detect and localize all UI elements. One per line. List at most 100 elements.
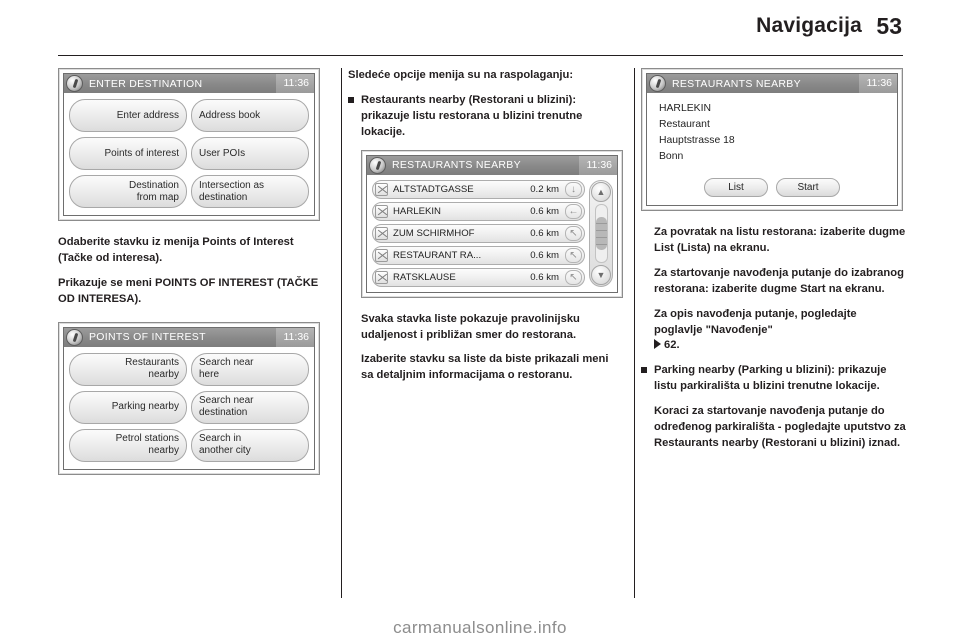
bullet-text: Restaurants nearby (Restorani u blizini)… <box>361 93 583 138</box>
scrollbar-track[interactable] <box>594 203 608 263</box>
col3-paragraph-4: Koraci za startovanje navođenja putanje … <box>654 405 906 449</box>
display-screen: POINTS OF INTEREST 11:36 Restaurants near… <box>63 326 315 470</box>
button-line: another city <box>199 445 251 457</box>
info-badge-icon <box>66 75 83 92</box>
list-item-name: RESTAURANT RA... <box>393 249 482 261</box>
button-start[interactable]: Start <box>776 178 840 197</box>
col3-paragraph-3: Za opis navođenja putanje, pogledajte po… <box>654 307 907 355</box>
column-1: ENTER DESTINATION 11:36 Enter address Ad… <box>58 68 324 598</box>
restaurant-icon <box>375 182 388 196</box>
list-item-distance: 0.6 km <box>530 271 559 283</box>
list-item-distance: 0.2 km <box>530 183 559 195</box>
col2-paragraph-2: Izaberite stavku sa liste da biste prika… <box>361 353 609 382</box>
footer-site: carmanualsonline.info <box>393 618 567 637</box>
screen-titlebar: ENTER DESTINATION 11:36 <box>64 74 314 93</box>
page-header: Navigacija 53 <box>0 0 960 58</box>
page-number: 53 <box>876 13 902 39</box>
col2-paragraph-1: Svaka stavka liste pokazuje pravolinijsk… <box>361 312 580 341</box>
restaurant-list: ALTSTADTGASSE 0.2 km ↓ HARLEKIN 0.6 km ← <box>372 179 585 287</box>
bullet-text: Parking nearby (Parking u blizini): prik… <box>654 364 887 393</box>
list-item-distance: 0.6 km <box>530 227 559 239</box>
detail-street: Hauptstrasse 18 <box>659 135 735 147</box>
display-screen: RESTAURANTS NEARBY 11:36 HARLEKIN Restau… <box>646 73 898 206</box>
restaurant-icon <box>375 270 388 284</box>
button-row: Points of interest User POIs <box>69 137 309 170</box>
list-scrollbar[interactable]: ▲ ▼ <box>589 179 613 287</box>
button-line: Restaurants <box>125 357 179 369</box>
info-badge-icon <box>649 75 666 92</box>
button-line: here <box>199 369 220 381</box>
screen-titlebar: POINTS OF INTEREST 11:36 <box>64 327 314 347</box>
button-destination-from-map[interactable]: Destination from map <box>69 175 187 208</box>
button-row: Restaurants nearby Search near here <box>69 352 309 386</box>
content-columns: ENTER DESTINATION 11:36 Enter address Ad… <box>58 68 906 598</box>
button-search-near-here[interactable]: Search near here <box>191 352 309 386</box>
col2-intro: Sledeće opcije menija su na raspolaganju… <box>348 69 574 81</box>
screen-title: RESTAURANTS NEARBY <box>672 77 801 90</box>
list-item-name: RATSKLAUSE <box>393 271 456 283</box>
screen-clock: 11:36 <box>275 327 314 347</box>
button-address-book[interactable]: Address book <box>191 99 309 132</box>
col3-paragraph-3-ref: 62. <box>664 339 680 352</box>
column-divider-2 <box>634 68 635 598</box>
figure-restaurant-detail: RESTAURANTS NEARBY 11:36 HARLEKIN Restau… <box>641 68 903 211</box>
column-divider-1 <box>341 68 342 598</box>
list-item-name: ZUM SCHIRMHOF <box>393 227 475 239</box>
button-row: Destination from map Intersection as desti… <box>69 175 309 208</box>
display-screen: ENTER DESTINATION 11:36 Enter address Ad… <box>63 73 315 216</box>
button-line: nearby <box>148 369 179 381</box>
header-divider <box>58 55 903 56</box>
screen-body: Enter address Address book Points of int… <box>64 93 314 215</box>
list-item-name: HARLEKIN <box>393 205 441 217</box>
col1-paragraph-2: Prikazuje se meni POINTS OF INTEREST (TA… <box>58 276 319 305</box>
button-line: Intersection as <box>199 179 265 191</box>
detail-name: HARLEKIN <box>659 103 711 114</box>
button-enter-address[interactable]: Enter address <box>69 99 187 132</box>
screen-body: HARLEKIN Restaurant Hauptstrasse 18 Bonn… <box>647 93 897 205</box>
page-title: Navigacija <box>756 14 862 37</box>
button-line: Petrol stations <box>115 433 179 445</box>
direction-arrow-icon: ↖ <box>565 247 582 263</box>
button-row: Parking nearby Search near destination <box>69 390 309 424</box>
list-item-distance: 0.6 km <box>530 249 559 261</box>
col3-paragraph-3-text: Za opis navođenja putanje, pogledajte po… <box>654 307 857 336</box>
list-item[interactable]: RESTAURANT RA... 0.6 km ↖ <box>372 245 585 265</box>
button-line: Search near <box>199 395 254 407</box>
scrollbar-thumb[interactable] <box>595 217 607 251</box>
restaurant-icon <box>375 226 388 240</box>
restaurant-icon <box>375 248 388 262</box>
button-search-near-destination[interactable]: Search near destination <box>191 390 309 424</box>
button-line: nearby <box>148 445 179 457</box>
button-user-pois[interactable]: User POIs <box>191 137 309 170</box>
list-item[interactable]: ZUM SCHIRMHOF 0.6 km ↖ <box>372 223 585 243</box>
button-line: Destination <box>128 179 179 191</box>
scroll-up-icon[interactable]: ▲ <box>591 181 611 202</box>
direction-arrow-icon: ↓ <box>565 181 582 197</box>
list-item[interactable]: ALTSTADTGASSE 0.2 km ↓ <box>372 179 585 199</box>
restaurant-icon <box>375 204 388 218</box>
list-item[interactable]: HARLEKIN 0.6 km ← <box>372 201 585 221</box>
col3-paragraph-2: Za startovanje navođenja putanje do izab… <box>654 266 904 295</box>
screen-clock: 11:36 <box>858 74 897 93</box>
col3-paragraph-1: Za povratak na listu restorana: izaberit… <box>654 226 906 254</box>
button-petrol-stations-nearby[interactable]: Petrol stations nearby <box>69 428 187 462</box>
info-badge-icon <box>66 328 83 346</box>
button-row: Enter address Address book <box>69 99 309 132</box>
cross-reference-arrow-icon <box>654 339 661 350</box>
button-intersection-as-destination[interactable]: Intersection as destination <box>191 175 309 208</box>
button-points-of-interest[interactable]: Points of interest <box>69 137 187 170</box>
button-restaurants-nearby[interactable]: Restaurants nearby <box>69 352 187 386</box>
button-list[interactable]: List <box>704 178 768 197</box>
button-row: Petrol stations nearby Search in another c… <box>69 428 309 462</box>
button-parking-nearby[interactable]: Parking nearby <box>69 390 187 424</box>
screen-title: POINTS OF INTEREST <box>89 331 206 344</box>
direction-arrow-icon: ↖ <box>565 269 582 285</box>
display-screen: RESTAURANTS NEARBY 11:36 ALTSTADTGASSE 0… <box>366 154 618 293</box>
screen-body: Restaurants nearby Search near here Parkin… <box>64 346 314 469</box>
list-item[interactable]: RATSKLAUSE 0.6 km ↖ <box>372 267 585 287</box>
col1-paragraph-1: Odaberite stavku iz menija Points of Int… <box>58 236 294 264</box>
scroll-down-icon[interactable]: ▼ <box>591 264 611 285</box>
screen-title: ENTER DESTINATION <box>89 77 203 90</box>
direction-arrow-icon: ← <box>565 203 582 219</box>
button-search-in-another-city[interactable]: Search in another city <box>191 428 309 462</box>
